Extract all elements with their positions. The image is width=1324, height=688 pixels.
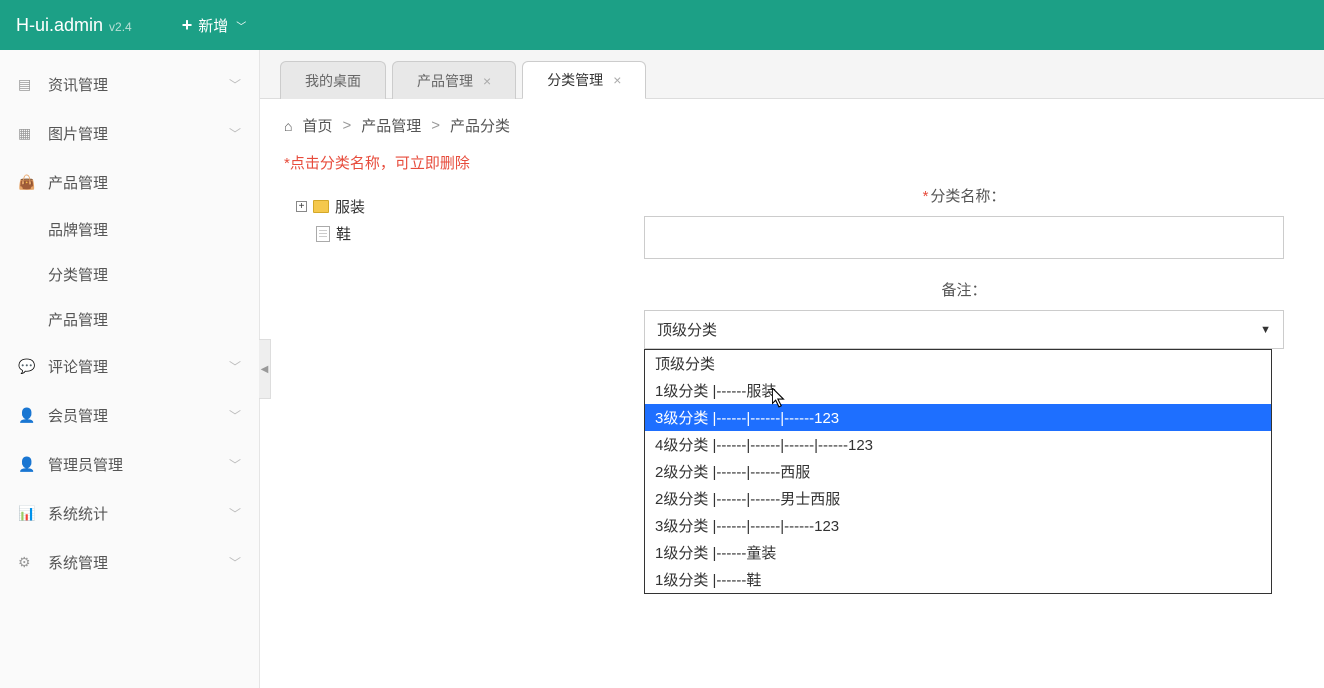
gear-icon: ⚙	[18, 554, 38, 571]
brand: H-ui.admin v2.4	[16, 15, 132, 36]
file-icon	[316, 226, 330, 242]
sidebar-item-label: 资讯管理	[48, 74, 108, 95]
sidebar-subitem-category[interactable]: 分类管理	[0, 252, 259, 297]
bag-icon: 👜	[18, 174, 38, 191]
sidebar-item-label: 评论管理	[48, 356, 108, 377]
tab-product-mgmt[interactable]: 产品管理 ×	[392, 61, 516, 99]
chevron-down-icon: ﹀	[229, 358, 241, 375]
category-form: *分类名称： 备注： 顶级分类 ▼ 顶级分类 1级分类 |------服装	[644, 185, 1284, 369]
tab-category-mgmt[interactable]: 分类管理 ×	[522, 61, 646, 99]
sidebar-item-label: 图片管理	[48, 123, 108, 144]
sidebar-item-products[interactable]: 👜 产品管理	[0, 158, 259, 207]
select-value: 顶级分类	[657, 319, 717, 340]
breadcrumb-separator: >	[431, 117, 440, 134]
breadcrumb-item: 产品分类	[450, 115, 510, 136]
plus-icon: +	[182, 15, 193, 36]
sidebar-item-members[interactable]: 👤 会员管理 ﹀	[0, 391, 259, 440]
home-icon: ⌂	[284, 118, 292, 134]
brand-version: v2.4	[109, 20, 132, 34]
tab-label: 产品管理	[417, 71, 473, 91]
sidebar-item-label: 系统统计	[48, 503, 108, 524]
sidebar: ▤ 资讯管理 ﹀ ▦ 图片管理 ﹀ 👜 产品管理 品牌管理 分类管理 产品管理 …	[0, 50, 260, 688]
breadcrumb: ⌂ 首页 > 产品管理 > 产品分类	[260, 99, 1324, 152]
select-option[interactable]: 1级分类 |------鞋	[645, 566, 1271, 593]
sidebar-subitem-product[interactable]: 产品管理	[0, 297, 259, 342]
chevron-down-icon: ﹀	[229, 554, 241, 571]
delete-hint: *点击分类名称，可立即删除	[260, 152, 1324, 185]
brand-name: H-ui.admin	[16, 15, 103, 36]
tab-label: 分类管理	[547, 70, 603, 90]
news-icon: ▤	[18, 76, 38, 93]
required-asterisk: *	[923, 188, 929, 205]
chevron-down-icon: ﹀	[229, 125, 241, 142]
sidebar-item-stats[interactable]: 📊 系统统计 ﹀	[0, 489, 259, 538]
image-icon: ▦	[18, 125, 38, 142]
comment-icon: 💬	[18, 358, 38, 375]
close-icon[interactable]: ×	[613, 72, 621, 88]
chevron-down-icon: ﹀	[229, 456, 241, 473]
breadcrumb-item[interactable]: 产品管理	[361, 115, 421, 136]
chevron-down-icon: ﹀	[236, 18, 246, 33]
user-icon: 👤	[18, 407, 38, 424]
chevron-down-icon: ﹀	[229, 505, 241, 522]
sidebar-item-system[interactable]: ⚙ 系统管理 ﹀	[0, 538, 259, 587]
chevron-down-icon: ﹀	[229, 407, 241, 424]
category-name-input[interactable]	[644, 216, 1284, 259]
select-option[interactable]: 1级分类 |------服装	[645, 377, 1271, 404]
tab-desktop[interactable]: 我的桌面	[280, 61, 386, 99]
select-option[interactable]: 4级分类 |------|------|------|------123	[645, 431, 1271, 458]
note-label: 备注：	[644, 279, 1284, 300]
sidebar-subitem-brand[interactable]: 品牌管理	[0, 207, 259, 252]
tree-expand-icon[interactable]: +	[296, 201, 307, 212]
sidebar-item-comments[interactable]: 💬 评论管理 ﹀	[0, 342, 259, 391]
breadcrumb-home[interactable]: 首页	[302, 115, 332, 136]
select-option[interactable]: 1级分类 |------童装	[645, 539, 1271, 566]
sidebar-subitem-label: 品牌管理	[48, 222, 108, 239]
select-dropdown: 顶级分类 1级分类 |------服装 3级分类 |------|------|…	[644, 349, 1272, 594]
category-tree: + 服装 鞋	[284, 185, 544, 369]
parent-category-select[interactable]: 顶级分类 ▼ 顶级分类 1级分类 |------服装 3级分类 |------|…	[644, 310, 1284, 349]
sidebar-item-label: 管理员管理	[48, 454, 123, 475]
top-header: H-ui.admin v2.4 + 新增 ﹀	[0, 0, 1324, 50]
close-icon[interactable]: ×	[483, 73, 491, 89]
folder-icon	[313, 200, 329, 213]
name-label: *分类名称：	[644, 185, 1284, 206]
sidebar-subitem-label: 产品管理	[48, 312, 108, 329]
sidebar-item-admins[interactable]: 👤 管理员管理 ﹀	[0, 440, 259, 489]
sidebar-item-news[interactable]: ▤ 资讯管理 ﹀	[0, 60, 259, 109]
tree-node-label[interactable]: 鞋	[336, 223, 351, 244]
add-new-label: 新增	[198, 15, 228, 36]
tree-node-root[interactable]: + 服装	[296, 193, 532, 220]
select-option[interactable]: 3级分类 |------|------|------123	[645, 404, 1271, 431]
admin-icon: 👤	[18, 456, 38, 473]
sidebar-collapse-handle[interactable]: ◀	[259, 339, 271, 399]
add-new-button[interactable]: + 新增 ﹀	[182, 15, 247, 36]
breadcrumb-separator: >	[342, 117, 351, 134]
sidebar-item-label: 会员管理	[48, 405, 108, 426]
tree-node-label[interactable]: 服装	[335, 196, 365, 217]
tree-node-leaf[interactable]: 鞋	[316, 220, 532, 247]
select-option[interactable]: 2级分类 |------|------男士西服	[645, 485, 1271, 512]
sidebar-item-label: 系统管理	[48, 552, 108, 573]
select-option[interactable]: 3级分类 |------|------|------123	[645, 512, 1271, 539]
stats-icon: 📊	[18, 505, 38, 522]
sidebar-subitem-label: 分类管理	[48, 267, 108, 284]
tab-label: 我的桌面	[305, 71, 361, 91]
tab-bar: 我的桌面 产品管理 × 分类管理 ×	[260, 50, 1324, 99]
chevron-down-icon: ﹀	[229, 76, 241, 93]
sidebar-item-images[interactable]: ▦ 图片管理 ﹀	[0, 109, 259, 158]
main-area: 我的桌面 产品管理 × 分类管理 × ⌂ 首页 > 产品管理 > 产品分类 *点…	[260, 50, 1324, 688]
select-option[interactable]: 顶级分类	[645, 350, 1271, 377]
caret-down-icon: ▼	[1260, 324, 1271, 336]
select-option[interactable]: 2级分类 |------|------西服	[645, 458, 1271, 485]
select-display[interactable]: 顶级分类 ▼	[644, 310, 1284, 349]
sidebar-item-label: 产品管理	[48, 172, 108, 193]
